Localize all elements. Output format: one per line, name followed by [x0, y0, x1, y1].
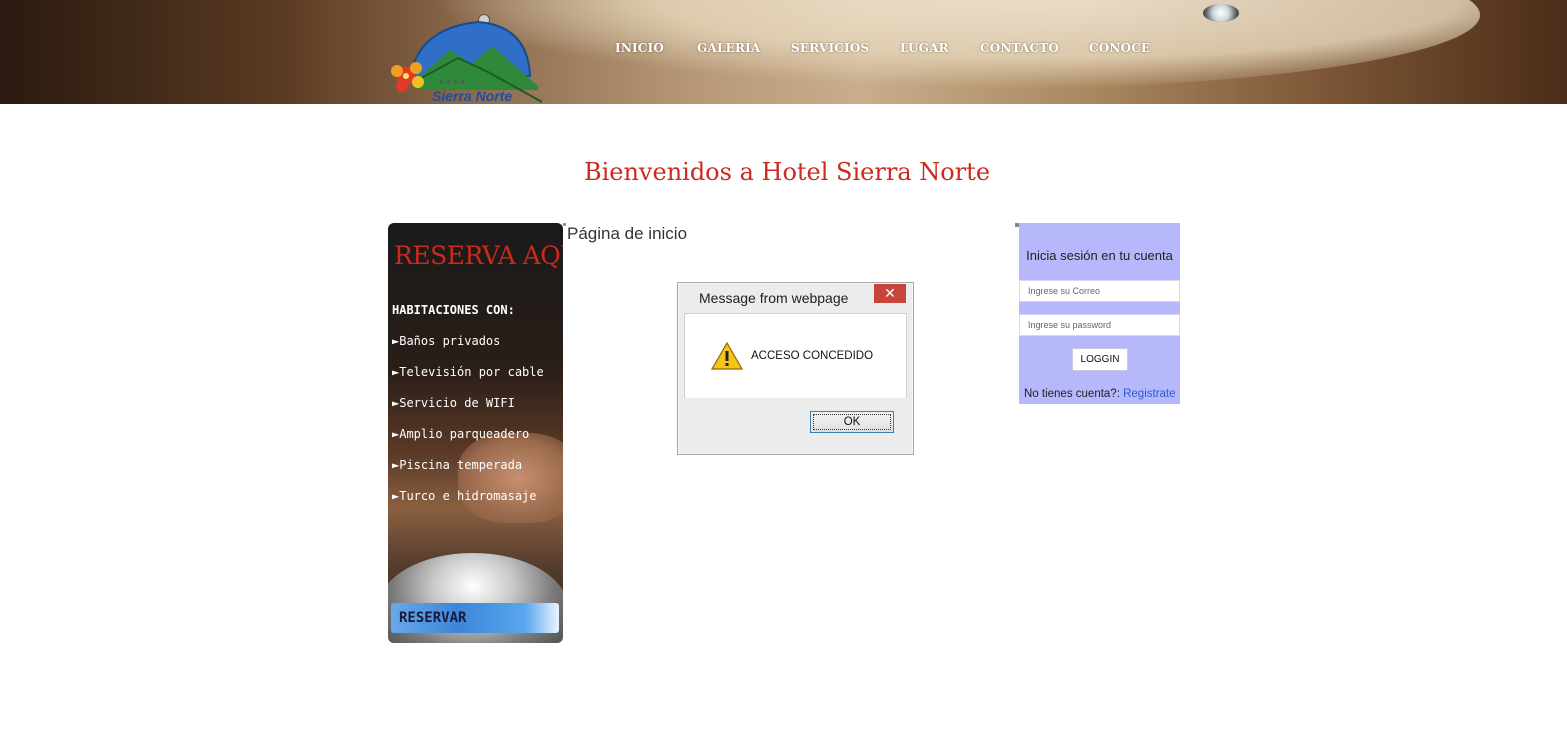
- amenity-item: ►Amplio parqueadero: [392, 427, 530, 441]
- home-label: Página de inicio: [567, 224, 688, 243]
- reserve-title: RESERVA AQUÍ: [394, 241, 563, 270]
- password-input[interactable]: [1019, 314, 1180, 336]
- login-button[interactable]: LOGGIN: [1072, 348, 1128, 371]
- no-account-label: No tienes cuenta?:: [1024, 388, 1124, 400]
- login-title: Inicia sesión en tu cuenta: [1026, 248, 1173, 263]
- amenity-item: ►Piscina temperada: [392, 458, 523, 472]
- broken-image-icon: [1015, 223, 1019, 227]
- ok-button[interactable]: OK: [810, 411, 894, 433]
- nav-servicios[interactable]: SERVICIOS: [791, 41, 869, 55]
- nav-conoce[interactable]: CONOCE: [1089, 41, 1150, 55]
- message-dialog: Message from webpage ✕ ACCESO CONCEDIDO …: [677, 282, 914, 455]
- nav-contacto[interactable]: CONTACTO: [980, 41, 1059, 55]
- header-banner: [0, 0, 1567, 104]
- rooms-heading: HABITACIONES CON:: [392, 303, 515, 317]
- nav-galeria[interactable]: GALERÍA: [697, 41, 760, 55]
- reserve-button[interactable]: RESERVAR: [391, 603, 559, 633]
- reserve-panel: RESERVA AQUÍ HABITACIONES CON: ►Baños pr…: [388, 223, 563, 643]
- amenity-item: ►Televisión por cable: [392, 365, 544, 379]
- broken-image-icon: [563, 223, 566, 226]
- amenity-item: ►Servicio de WIFI: [392, 396, 515, 410]
- page-title: Bienvenidos a Hotel Sierra Norte: [583, 158, 991, 186]
- nav-inicio[interactable]: INICIO: [615, 41, 664, 55]
- dialog-message: ACCESO CONCEDIDO: [751, 350, 874, 362]
- email-input[interactable]: [1019, 280, 1180, 302]
- dialog-close-button[interactable]: ✕: [874, 284, 906, 303]
- nav-lugar[interactable]: LUGAR: [900, 41, 949, 55]
- logo-stars: ★★★★: [438, 79, 468, 86]
- warning-icon: [711, 342, 743, 370]
- amenities-list: ►Baños privados ►Televisión por cable ►S…: [392, 333, 562, 519]
- logo-text: Sierra Norte: [432, 88, 513, 104]
- amenity-item: ►Turco e hidromasaje: [392, 489, 537, 503]
- banner-ceiling-image: [430, 0, 1480, 90]
- dialog-title: Message from webpage: [699, 290, 849, 306]
- ceiling-light-image: [1203, 4, 1239, 22]
- dialog-body: ACCESO CONCEDIDO: [684, 313, 907, 398]
- amenity-item: ►Baños privados: [392, 334, 501, 348]
- register-link[interactable]: Registrate: [1123, 388, 1175, 400]
- login-panel: Inicia sesión en tu cuenta LOGGIN No tie…: [1015, 223, 1180, 404]
- register-line: No tienes cuenta?: Registrate: [1024, 388, 1176, 400]
